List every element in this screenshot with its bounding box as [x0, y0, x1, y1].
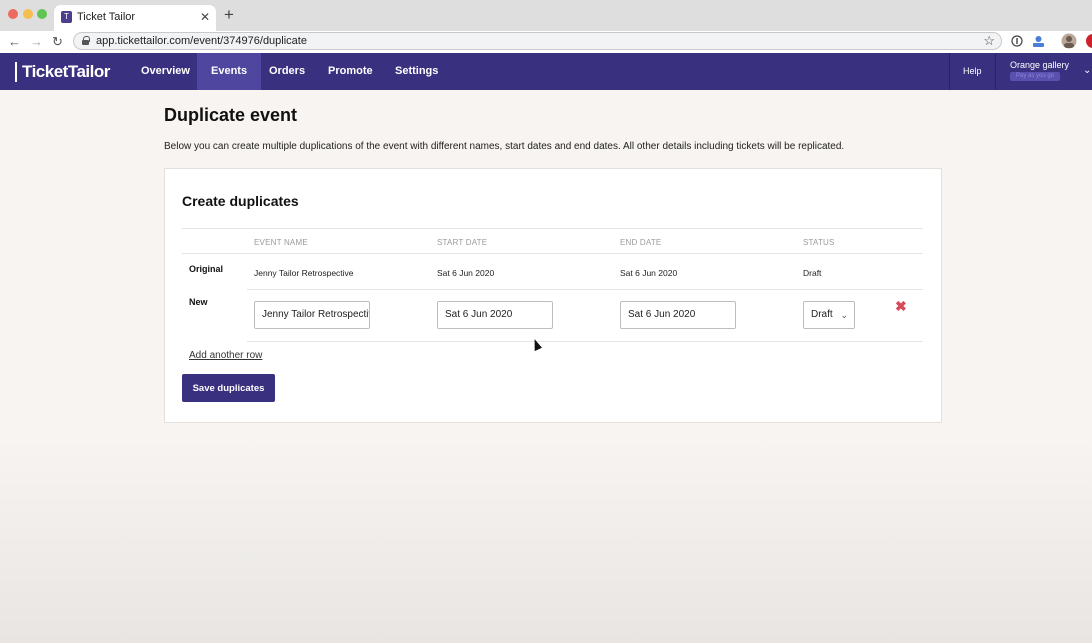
add-another-row-link[interactable]: Add another row [189, 350, 262, 361]
url-text[interactable]: app.tickettailor.com/event/374976/duplic… [96, 35, 307, 47]
original-status: Draft [803, 268, 822, 278]
table-divider [247, 341, 923, 342]
save-duplicates-button[interactable]: Save duplicates [182, 374, 275, 402]
help-link[interactable]: Help [951, 53, 994, 90]
column-header-status: STATUS [803, 238, 835, 247]
original-event-name: Jenny Tailor Retrospective [254, 268, 354, 278]
card-title: Create duplicates [182, 193, 299, 209]
browser-tabstrip: T Ticket Tailor ✕ + [0, 0, 1092, 31]
page-intro: Below you can create multiple duplicatio… [164, 141, 845, 152]
table-divider [247, 289, 923, 290]
nav-divider [995, 53, 996, 90]
status-select-value: Draft [811, 309, 833, 320]
browser-tab[interactable]: T Ticket Tailor ✕ [54, 5, 216, 31]
minimize-window-button[interactable] [23, 9, 33, 19]
chevron-down-icon[interactable]: ⌄ [1083, 65, 1091, 76]
nav-orders[interactable]: Orders [255, 53, 319, 90]
end-date-input[interactable]: Sat 6 Jun 2020 [620, 301, 736, 329]
profile-avatar-icon[interactable] [1061, 33, 1077, 49]
nav-divider [949, 53, 950, 90]
column-header-end-date: END DATE [620, 238, 662, 247]
original-row-label: Original [189, 264, 224, 274]
logo-icon [15, 62, 21, 82]
page-title: Duplicate event [164, 105, 298, 125]
reload-icon[interactable]: ↻ [52, 34, 63, 50]
back-icon[interactable]: ← [8, 34, 21, 50]
info-extension-icon[interactable] [1011, 35, 1023, 47]
page-background [0, 440, 1092, 643]
logo-text: TicketTailor [22, 62, 110, 81]
new-tab-icon[interactable]: + [224, 6, 234, 24]
table-divider [182, 253, 923, 254]
new-row-label: New [189, 297, 208, 307]
start-date-input[interactable]: Sat 6 Jun 2020 [437, 301, 553, 329]
column-header-event-name: EVENT NAME [254, 238, 308, 247]
nav-settings[interactable]: Settings [381, 53, 452, 90]
status-select[interactable]: Draft ⌄ [803, 301, 855, 329]
close-tab-icon[interactable]: ✕ [200, 10, 210, 24]
tab-title: Ticket Tailor [77, 11, 136, 23]
account-menu[interactable]: Orange gallery Pay as you go [1010, 60, 1069, 81]
favicon-icon: T [61, 11, 72, 23]
extension-badge-icon[interactable] [1084, 33, 1092, 49]
close-window-button[interactable] [8, 9, 18, 19]
bookmark-star-icon[interactable]: ☆ [983, 33, 995, 49]
nav-events[interactable]: Events [197, 53, 262, 90]
original-end-date: Sat 6 Jun 2020 [620, 268, 678, 278]
plan-badge: Pay as you go [1010, 72, 1060, 81]
create-duplicates-card: Create duplicates EVENT NAME START DATE … [164, 168, 942, 423]
chevron-down-icon: ⌄ [840, 310, 848, 320]
account-name: Orange gallery [1010, 60, 1070, 70]
app-navbar: TicketTailor Overview Events Orders Prom… [0, 53, 1092, 90]
forward-icon[interactable]: → [30, 34, 43, 50]
address-bar[interactable]: app.tickettailor.com/event/374976/duplic… [73, 32, 1002, 50]
lock-icon [82, 36, 90, 45]
browser-toolbar: ← → ↻ app.tickettailor.com/event/374976/… [0, 31, 1092, 53]
user-extension-icon[interactable] [1032, 35, 1045, 47]
tickettailor-logo[interactable]: TicketTailor [15, 62, 110, 82]
remove-row-icon[interactable]: ✖ [895, 298, 907, 315]
original-start-date: Sat 6 Jun 2020 [437, 268, 495, 278]
nav-promote[interactable]: Promote [314, 53, 387, 90]
column-header-start-date: START DATE [437, 238, 488, 247]
nav-overview[interactable]: Overview [127, 53, 204, 90]
table-divider [182, 228, 923, 229]
event-name-input[interactable]: Jenny Tailor Retrospective [254, 301, 370, 329]
maximize-window-button[interactable] [37, 9, 47, 19]
